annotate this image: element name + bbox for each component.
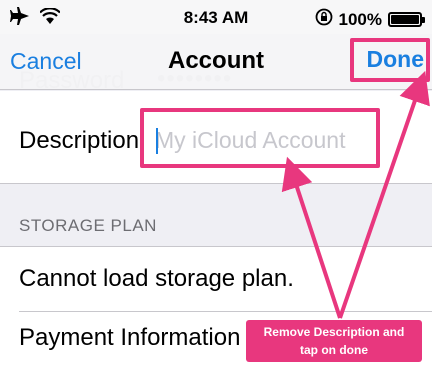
row-divider [19, 311, 432, 312]
storage-plan-status: Cannot load storage plan. [19, 265, 294, 292]
navigation-bar: Cancel Account Done [0, 34, 432, 90]
done-button[interactable]: Done [367, 46, 425, 73]
text-cursor [156, 128, 158, 154]
battery-percent: 100% [338, 9, 382, 29]
annotation-callout: Remove Description and tap on done [246, 320, 422, 362]
status-bar: 8:43 AM 100% [0, 0, 432, 34]
callout-line-1: Remove Description and [263, 325, 405, 339]
battery-fill [391, 15, 419, 24]
payment-information-item[interactable]: Payment Information [19, 324, 240, 352]
callout-line-2: tap on done [300, 343, 368, 357]
description-row: Description [0, 91, 432, 184]
description-input[interactable] [155, 125, 375, 155]
orientation-lock-icon [315, 8, 333, 31]
battery-icon [388, 12, 425, 27]
status-right-icons: 100% [315, 8, 425, 31]
storage-plan-header: STORAGE PLAN [19, 216, 157, 235]
description-label: Description [19, 127, 140, 154]
